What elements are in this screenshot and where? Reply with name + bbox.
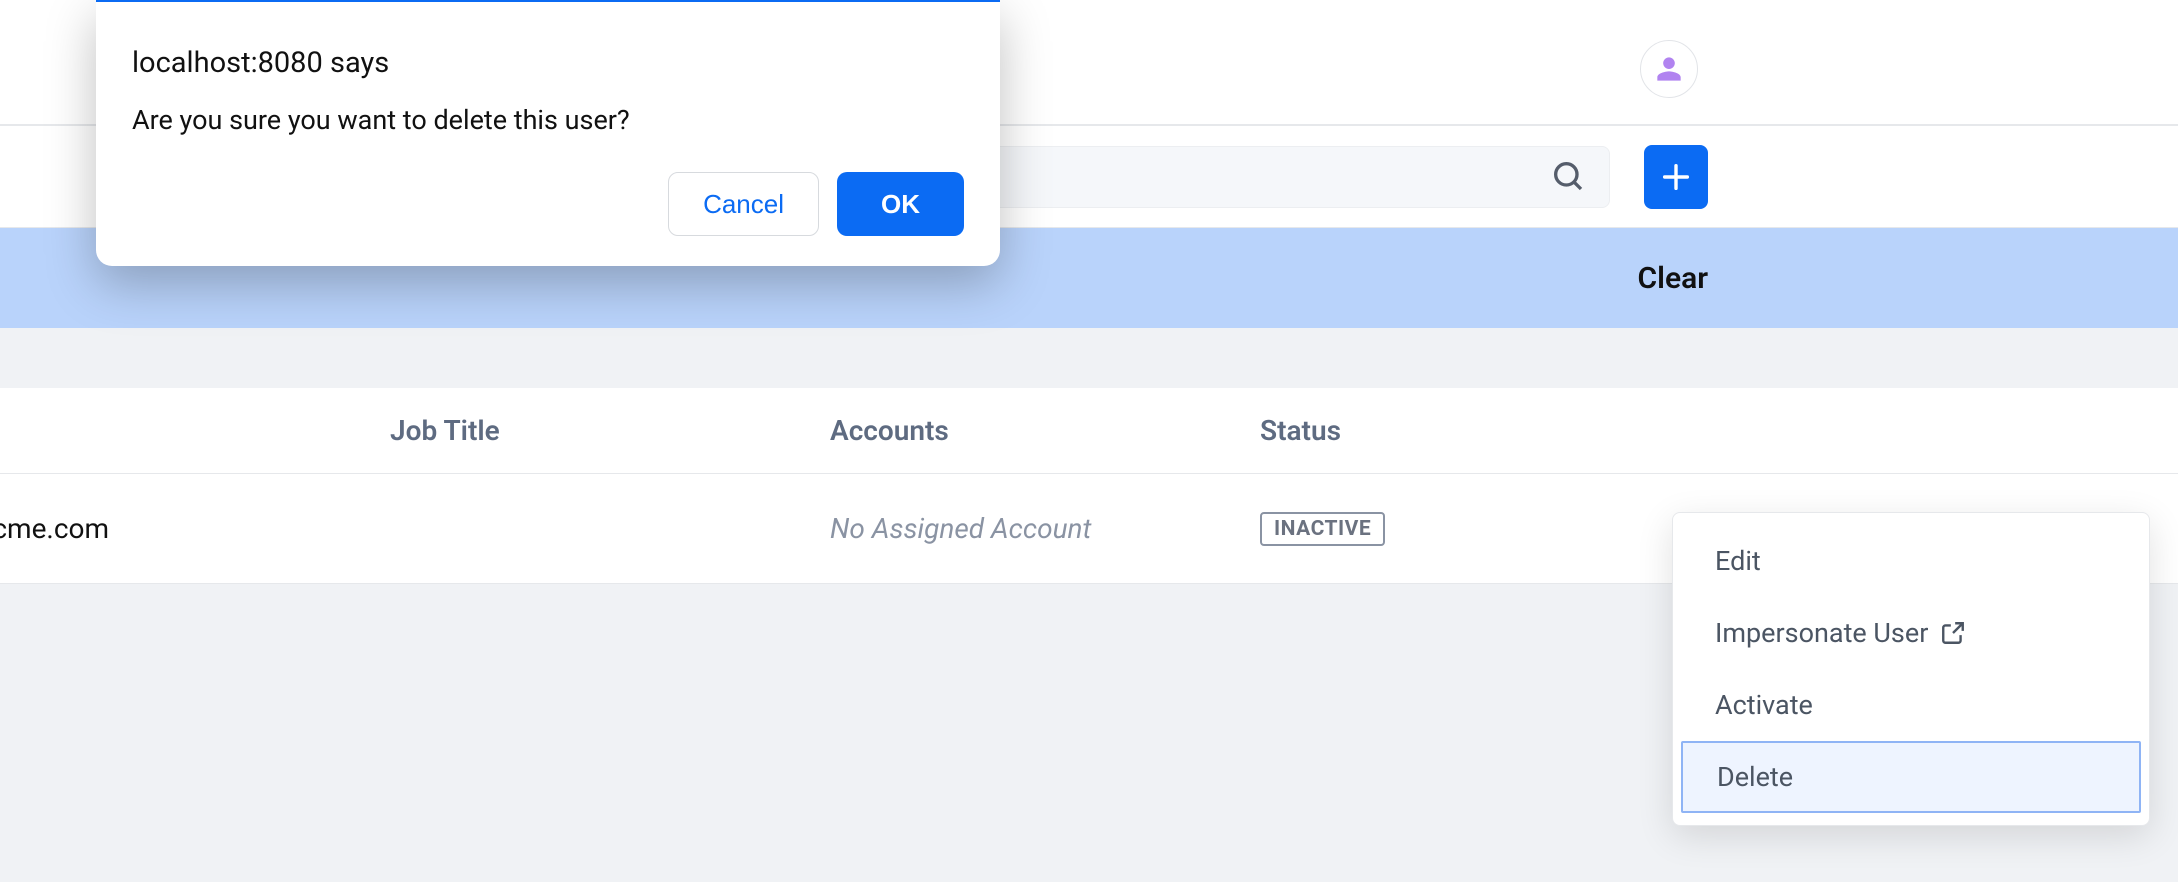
external-link-icon [1940,620,1966,646]
cell-email: @acme.com [0,512,342,545]
menu-item-delete[interactable]: Delete [1681,741,2141,813]
add-button[interactable] [1644,145,1708,209]
clear-filters-button[interactable]: Clear [1638,261,1708,296]
search-input[interactable] [970,146,1610,208]
column-header-status: Status [1260,414,1560,447]
user-icon [1655,55,1683,83]
column-header-accounts: Accounts [830,414,1260,447]
menu-item-label: Impersonate User [1715,617,1928,649]
status-badge: INACTIVE [1260,512,1385,546]
menu-item-edit[interactable]: Edit [1673,525,2149,597]
dialog-origin: localhost:8080 says [132,46,964,80]
plus-icon [1659,160,1693,194]
menu-item-impersonate[interactable]: Impersonate User [1673,597,2149,669]
column-header-email: il [0,414,372,447]
menu-item-label: Edit [1715,545,1761,577]
row-context-menu: Edit Impersonate User Activate Delete [1672,512,2150,826]
menu-item-label: Activate [1715,689,1813,721]
ok-button[interactable]: OK [837,172,964,236]
confirm-dialog: localhost:8080 says Are you sure you wan… [96,0,1000,266]
dialog-message: Are you sure you want to delete this use… [132,104,964,136]
cancel-button[interactable]: Cancel [668,172,819,236]
dialog-actions: Cancel OK [132,172,964,236]
table-header-row: il Job Title Accounts Status [0,388,2178,474]
avatar[interactable] [1640,40,1698,98]
cell-accounts: No Assigned Account [830,512,1260,545]
spacer [0,328,2178,388]
cell-status: INACTIVE [1260,512,1560,546]
menu-item-activate[interactable]: Activate [1673,669,2149,741]
column-header-job-title: Job Title [390,414,830,447]
menu-item-label: Delete [1717,761,1793,793]
search-icon [1553,161,1585,193]
